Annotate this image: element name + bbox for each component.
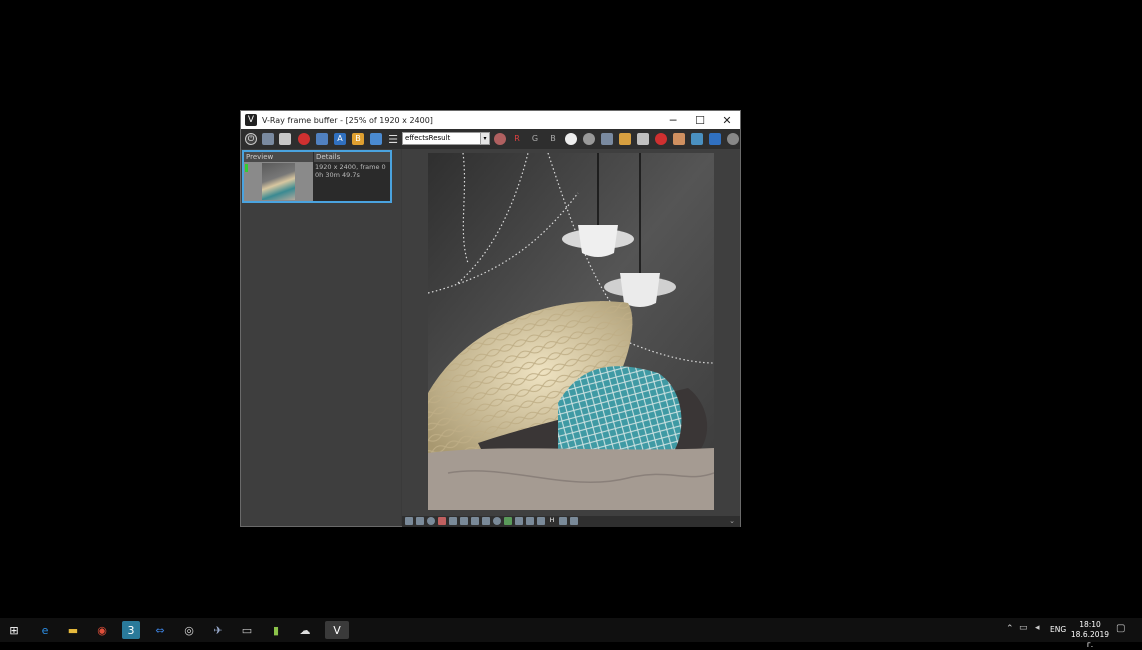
loaded-marker-icon xyxy=(245,164,248,172)
load-image-icon[interactable] xyxy=(619,133,631,145)
ocio-icon[interactable] xyxy=(504,517,512,525)
white-balance-icon[interactable] xyxy=(427,517,435,525)
b-icon[interactable]: B xyxy=(352,133,364,145)
color-picker-icon[interactable] xyxy=(494,133,506,145)
preview-column-label: Preview xyxy=(244,152,313,162)
details-column-label: Details xyxy=(314,152,390,162)
details-resolution: 1920 x 2400, frame 0 xyxy=(315,163,386,171)
mono-icon[interactable] xyxy=(583,133,595,145)
menu-icon[interactable]: ☰ xyxy=(387,133,399,145)
cup-lamp xyxy=(578,225,618,257)
stop-icon[interactable] xyxy=(298,133,310,145)
cup-lamp xyxy=(620,273,660,307)
details-render-time: 0h 30m 49.7s xyxy=(315,171,360,179)
settings-icon[interactable] xyxy=(727,133,739,145)
history-thumbnail xyxy=(244,162,313,201)
lens-effects-icon[interactable] xyxy=(709,133,721,145)
file-explorer-icon[interactable]: ▬ xyxy=(64,621,82,639)
network-icon[interactable]: ▭ xyxy=(1019,623,1028,633)
beige-cloth xyxy=(428,448,714,510)
thumbnail-image xyxy=(262,163,295,200)
minimize-button[interactable]: ─ xyxy=(659,111,687,129)
alpha-icon[interactable] xyxy=(565,133,577,145)
chevron-down-icon[interactable]: ▾ xyxy=(480,133,489,144)
region-render-icon[interactable] xyxy=(316,133,328,145)
h-button[interactable]: H xyxy=(548,517,556,525)
power-icon[interactable]: ⏻ xyxy=(245,133,257,145)
zoom-icon[interactable] xyxy=(570,517,578,525)
history-item[interactable]: Preview Details 1920 x 2400, frame 0 0h … xyxy=(242,150,392,203)
bottom-toolbar: H ⌄ xyxy=(402,516,740,527)
taskbar: ⊞ e ▬ ◉ 3 ⇔ ◎ ✈ ▭ ▮ ☁ V ⌃ ▭ ◂ ENG 18:10 … xyxy=(0,618,1142,649)
curve-icon[interactable] xyxy=(471,517,479,525)
compare-icon[interactable] xyxy=(370,133,382,145)
channel-value: effectsResult xyxy=(405,134,451,142)
history-details: 1920 x 2400, frame 0 0h 30m 49.7s xyxy=(315,163,391,179)
track-mouse-icon[interactable] xyxy=(673,133,685,145)
vray-app-icon: V xyxy=(245,114,257,126)
lut-icon[interactable] xyxy=(493,517,501,525)
render-view[interactable] xyxy=(402,149,740,516)
close-button[interactable]: ✕ xyxy=(713,111,741,129)
history-panel: Preview Details 1920 x 2400, frame 0 0h … xyxy=(241,149,401,526)
vfb-toolbar: ⏻ A B ☰ effectsResult ▾ R G B xyxy=(241,129,740,149)
pixel-info-icon[interactable] xyxy=(559,517,567,525)
render-scene xyxy=(428,153,714,510)
edge-icon[interactable]: e xyxy=(36,621,54,639)
delete-icon[interactable] xyxy=(655,133,667,145)
teamviewer-icon[interactable]: ⇔ xyxy=(151,621,169,639)
app-icon[interactable]: ◎ xyxy=(180,621,198,639)
windows-start-icon[interactable]: ⊞ xyxy=(5,621,23,639)
maximize-button[interactable]: ☐ xyxy=(686,111,714,129)
save-image-icon[interactable] xyxy=(601,133,613,145)
chrome-icon[interactable]: ◉ xyxy=(93,621,111,639)
clock-date: 18.6.2019 г. xyxy=(1070,630,1110,649)
vray-frame-buffer-window[interactable]: V V-Ray frame buffer - [25% of 1920 x 24… xyxy=(240,110,741,527)
rendered-image xyxy=(428,153,714,510)
notifications-icon[interactable]: ▢ xyxy=(1116,623,1125,634)
window-title: V-Ray frame buffer - [25% of 1920 x 2400… xyxy=(262,115,433,125)
cloud-icon[interactable]: ☁ xyxy=(296,621,314,639)
clock-time: 18:10 xyxy=(1079,620,1101,629)
stamp-icon[interactable] xyxy=(537,517,545,525)
icc-icon[interactable] xyxy=(515,517,523,525)
chevron-down-icon[interactable]: ⌄ xyxy=(729,517,735,525)
hsl-icon[interactable] xyxy=(438,517,446,525)
levels-icon[interactable] xyxy=(460,517,468,525)
clock[interactable]: 18:10 18.6.2019 г. xyxy=(1070,620,1110,650)
language-indicator[interactable]: ENG xyxy=(1050,625,1066,634)
file-icon[interactable]: ▮ xyxy=(267,621,285,639)
correction-icon[interactable] xyxy=(405,517,413,525)
a-icon[interactable]: A xyxy=(334,133,346,145)
red-channel-button[interactable]: R xyxy=(511,133,523,145)
green-channel-button[interactable]: G xyxy=(529,133,541,145)
app-icon[interactable]: ✈ xyxy=(209,621,227,639)
save-icon[interactable] xyxy=(262,133,274,145)
exposure-icon[interactable] xyxy=(416,517,424,525)
background-icon[interactable] xyxy=(482,517,490,525)
channel-select[interactable]: effectsResult ▾ xyxy=(402,132,490,145)
chevron-up-icon[interactable]: ⌃ xyxy=(1006,624,1014,634)
3dsmax-icon[interactable]: 3 xyxy=(122,621,140,639)
vray-taskbar-icon[interactable]: V xyxy=(325,621,349,639)
link-icon[interactable] xyxy=(691,133,703,145)
volume-icon[interactable]: ◂ xyxy=(1035,623,1040,633)
title-bar[interactable]: V V-Ray frame buffer - [25% of 1920 x 24… xyxy=(241,111,740,129)
lens-icon[interactable] xyxy=(526,517,534,525)
color-balance-icon[interactable] xyxy=(449,517,457,525)
blue-channel-button[interactable]: B xyxy=(547,133,559,145)
terminal-icon[interactable]: ▭ xyxy=(238,621,256,639)
clipboard-icon[interactable] xyxy=(637,133,649,145)
clear-icon[interactable] xyxy=(279,133,291,145)
